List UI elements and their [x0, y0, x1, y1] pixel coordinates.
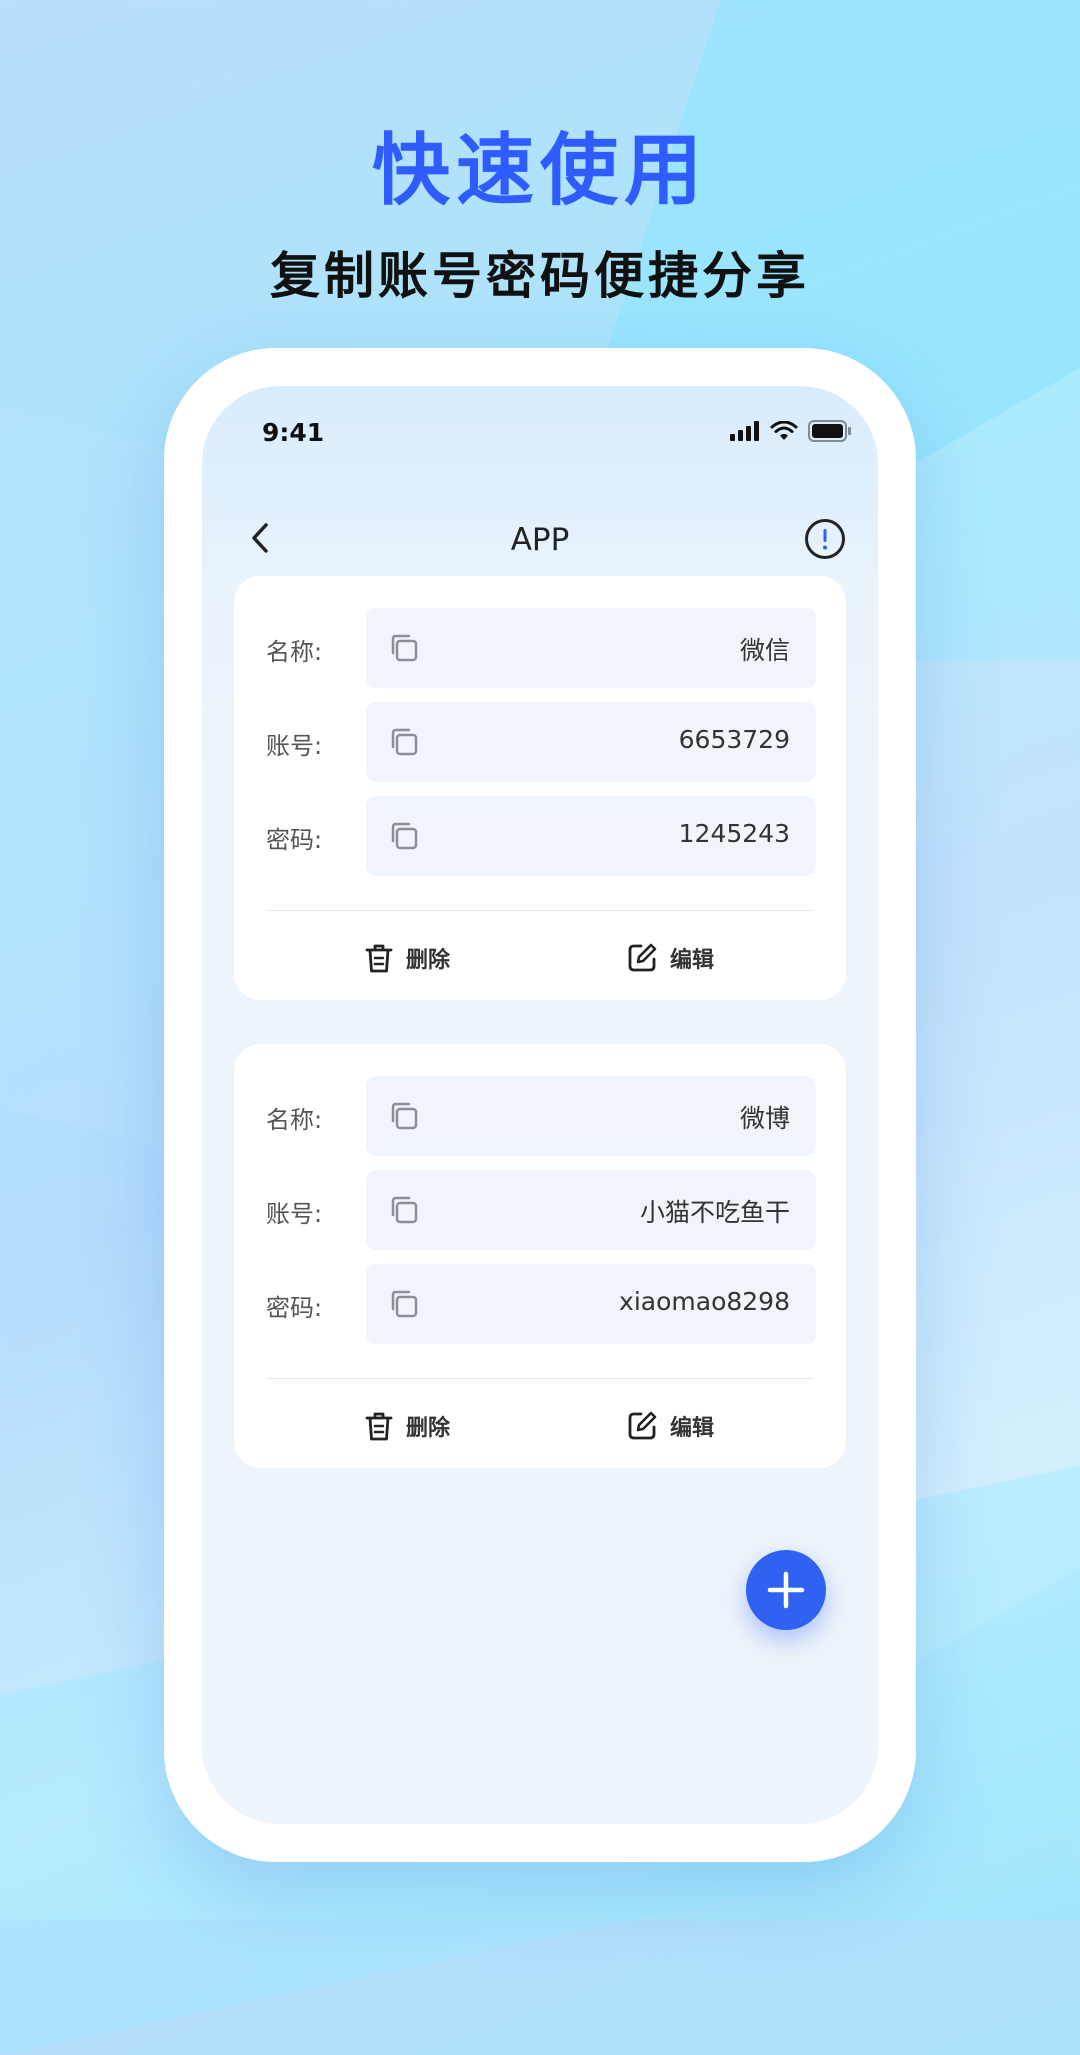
field-box: xiaomao8298: [366, 1264, 816, 1344]
promo-title: 快速使用: [371, 126, 708, 216]
field-label: 密码:: [266, 1294, 323, 1322]
field-value: 小猫不吃鱼干: [639, 1198, 790, 1227]
battery-icon: [808, 420, 851, 442]
field-box: 1245243: [366, 796, 816, 876]
field-box: 微信: [366, 608, 816, 688]
delete-label: 删除: [406, 1416, 451, 1441]
phone-mockup: 9:41 APP 名称: 微信 账号: 6653729 密码: 1245243 …: [164, 348, 916, 1862]
trash-icon: [365, 944, 393, 973]
promo-subtitle: 复制账号密码便捷分享: [270, 247, 810, 305]
info-circle-icon: [805, 519, 845, 559]
field-row-account: 账号: 6653729: [266, 702, 816, 782]
field-value: 1245243: [678, 819, 790, 848]
field-row-name: 名称: 微博: [266, 1076, 816, 1156]
copy-icon[interactable]: [388, 1288, 420, 1320]
field-row-password: 密码: xiaomao8298: [266, 1264, 816, 1344]
add-account-button[interactable]: [746, 1550, 826, 1630]
page-title: APP: [510, 522, 570, 558]
status-icons: [730, 420, 852, 442]
field-label: 密码:: [266, 826, 323, 854]
edit-label: 编辑: [670, 1416, 715, 1441]
divider: [266, 1378, 814, 1379]
copy-icon[interactable]: [388, 726, 420, 758]
field-label: 账号:: [266, 1200, 323, 1228]
field-value: 微博: [739, 1104, 790, 1133]
edit-button[interactable]: 编辑: [626, 936, 714, 980]
delete-label: 删除: [406, 948, 451, 973]
copy-icon[interactable]: [388, 1100, 420, 1132]
field-label: 名称:: [266, 1106, 323, 1134]
edit-icon: [628, 1411, 657, 1440]
edit-icon: [628, 943, 657, 972]
trash-icon: [365, 1412, 393, 1441]
account-card: 名称: 微博 账号: 小猫不吃鱼干 密码: xiaomao8298 删除 编辑: [234, 1044, 846, 1468]
status-bar: 9:41: [202, 386, 878, 482]
signal-icon: [730, 421, 759, 441]
delete-button[interactable]: 删除: [364, 936, 450, 980]
field-row-name: 名称: 微信: [266, 608, 816, 688]
field-row-password: 密码: 1245243: [266, 796, 816, 876]
phone-screen: 9:41 APP 名称: 微信 账号: 6653729 密码: 1245243 …: [202, 386, 878, 1824]
copy-icon[interactable]: [388, 632, 420, 664]
info-button[interactable]: [804, 518, 846, 560]
divider: [266, 910, 814, 911]
field-box: 微博: [366, 1076, 816, 1156]
field-label: 名称:: [266, 638, 323, 666]
status-time: 9:41: [262, 418, 325, 447]
edit-label: 编辑: [670, 948, 715, 973]
field-value: 6653729: [678, 725, 790, 754]
edit-button[interactable]: 编辑: [626, 1404, 714, 1448]
copy-icon[interactable]: [388, 820, 420, 852]
field-row-account: 账号: 小猫不吃鱼干: [266, 1170, 816, 1250]
account-card: 名称: 微信 账号: 6653729 密码: 1245243 删除 编辑: [234, 576, 846, 1000]
field-value: xiaomao8298: [619, 1287, 790, 1316]
wifi-icon: [770, 421, 798, 440]
field-value: 微信: [739, 636, 790, 665]
plus-icon: [767, 1571, 805, 1609]
copy-icon[interactable]: [388, 1194, 420, 1226]
field-label: 账号:: [266, 732, 323, 760]
delete-button[interactable]: 删除: [364, 1404, 450, 1448]
field-box: 6653729: [366, 702, 816, 782]
field-box: 小猫不吃鱼干: [366, 1170, 816, 1250]
